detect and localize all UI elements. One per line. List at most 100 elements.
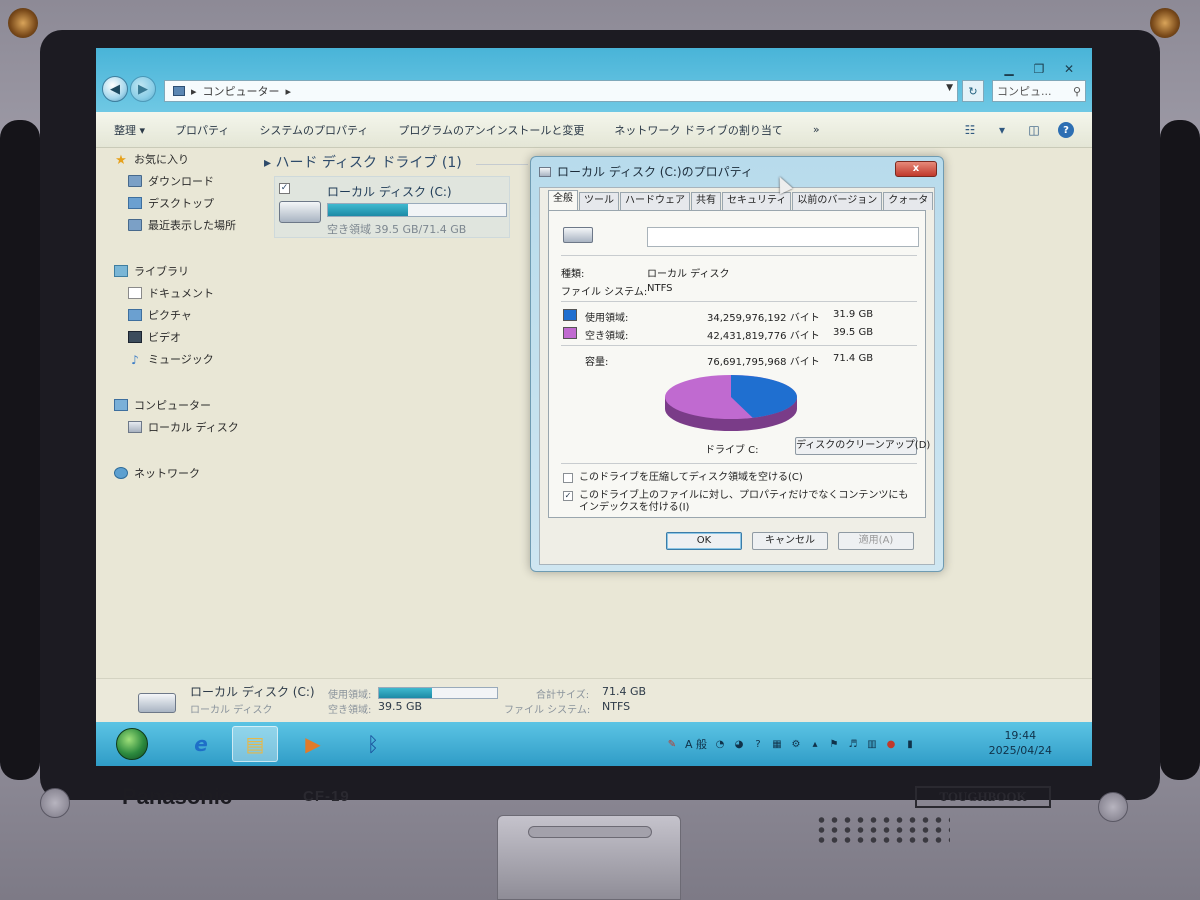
bluetooth-icon[interactable]: ᛒ — [350, 726, 396, 762]
disk-cleanup-button[interactable]: ディスクのクリーンアップ(D) — [795, 437, 930, 455]
drive-tile[interactable]: ✓ ローカル ディスク (C:) 空き領域 39.5 GB/71.4 GB — [274, 176, 510, 238]
chevron-down-icon[interactable]: ▾ — [994, 123, 1010, 137]
address-bar[interactable]: ▸ コンピューター ▸ ▼ — [164, 80, 958, 102]
window-titlebar: ▁ ❐ ✕ ◀ ▶ ▸ コンピューター ▸ ▼ ↻ コンピュ... ⚲ — [96, 48, 1092, 112]
details-pane: ローカル ディスク (C:) ローカル ディスク 使用領域: 空き領域: 39.… — [96, 678, 1092, 722]
disk-usage-pie — [659, 367, 803, 439]
minimize-icon[interactable]: ▁ — [994, 60, 1024, 78]
drive-letter-label: ドライブ C: — [705, 445, 759, 456]
refresh-icon[interactable]: ↻ — [962, 80, 984, 102]
search-input[interactable]: コンピュ... ⚲ — [992, 80, 1086, 102]
nav-item-desktop[interactable]: デスクトップ — [114, 192, 264, 214]
system-properties-button[interactable]: システムのプロパティ — [259, 122, 368, 138]
tab-security[interactable]: セキュリティ — [722, 192, 792, 210]
nav-item-documents[interactable]: ドキュメント — [114, 282, 264, 304]
nav-item-music[interactable]: ♪ ミュージック — [114, 348, 264, 370]
clock[interactable]: 19:44 2025/04/24 — [989, 728, 1052, 758]
divider — [561, 255, 917, 256]
explorer-taskbar-icon[interactable]: ▤ — [232, 726, 278, 762]
back-icon[interactable]: ◀ — [102, 76, 128, 102]
index-checkbox[interactable]: ✓ — [563, 491, 573, 501]
ok-button[interactable]: OK — [666, 532, 742, 550]
filesystem-value: NTFS — [647, 283, 673, 294]
screen: ▁ ❐ ✕ ◀ ▶ ▸ コンピューター ▸ ▼ ↻ コンピュ... ⚲ 整理 ▾… — [96, 48, 1092, 766]
used-space-label: 使用領域: — [585, 313, 629, 324]
details-total-value: 71.4 GB — [602, 685, 647, 698]
ime-settings-icon[interactable]: ⚙ — [790, 738, 802, 750]
tab-sharing[interactable]: 共有 — [691, 192, 721, 210]
tab-quota[interactable]: クォータ — [883, 192, 934, 210]
details-used-label: 使用領域: — [328, 690, 372, 701]
volume-icon[interactable]: ♬ — [847, 738, 859, 750]
map-network-drive-button[interactable]: ネットワーク ドライブの割り当て — [614, 122, 783, 138]
internet-explorer-icon[interactable]: e — [178, 726, 224, 762]
chevron-down-icon[interactable]: ▼ — [946, 83, 953, 93]
uninstall-program-button[interactable]: プログラムのアンインストールと変更 — [398, 122, 584, 138]
details-name: ローカル ディスク (C:) — [190, 685, 315, 699]
security-icon[interactable]: ● — [885, 738, 897, 750]
preview-pane-icon[interactable]: ◫ — [1026, 123, 1042, 137]
ime-options-icon[interactable]: ◔ — [714, 738, 726, 750]
tab-previous-versions[interactable]: 以前のバージョン — [792, 192, 883, 210]
network-icon[interactable]: ▥ — [866, 738, 878, 750]
video-icon — [128, 331, 142, 343]
screw-icon — [1150, 8, 1180, 38]
network-icon — [114, 467, 128, 479]
nav-item-downloads[interactable]: ダウンロード — [114, 170, 264, 192]
view-options-icon[interactable]: ☷ — [962, 123, 978, 137]
ime-icon[interactable]: ✎ — [666, 738, 678, 750]
bezel-button[interactable] — [40, 788, 70, 818]
breadcrumb-computer[interactable]: コンピューター — [203, 83, 280, 99]
close-icon[interactable]: x — [895, 161, 937, 177]
apply-button[interactable]: 適用(A) — [838, 532, 914, 550]
ime-mode[interactable]: A 般 — [685, 736, 707, 752]
nav-libraries[interactable]: ライブラリ — [114, 260, 264, 282]
drive-checkbox[interactable]: ✓ — [279, 183, 290, 194]
bezel-button[interactable] — [1098, 792, 1128, 822]
details-usage-bar — [378, 687, 498, 699]
ime-tools-icon[interactable]: ◕ — [733, 738, 745, 750]
maximize-icon[interactable]: ❐ — [1024, 60, 1054, 78]
volume-label-input[interactable] — [647, 227, 919, 247]
index-label: このドライブ上のファイルに対し、プロパティだけでなくコンテンツにもインデックスを… — [579, 490, 909, 513]
divider — [561, 463, 917, 464]
ime-status-icon[interactable]: ▦ — [771, 738, 783, 750]
nav-network[interactable]: ネットワーク — [114, 462, 264, 484]
organize-menu[interactable]: 整理 ▾ — [114, 122, 145, 138]
group-header[interactable]: ▸ ハード ディスク ドライブ (1) — [264, 152, 462, 172]
power-icon[interactable]: ▮ — [904, 738, 916, 750]
general-tab-panel: 種類: ローカル ディスク ファイル システム: NTFS 使用領域: 34,2… — [548, 210, 930, 518]
properties-button[interactable]: プロパティ — [175, 122, 229, 138]
star-icon: ★ — [115, 153, 127, 168]
nav-item-recent-places[interactable]: 最近表示した場所 — [114, 214, 264, 236]
music-icon: ♪ — [131, 353, 139, 367]
start-button[interactable] — [116, 728, 148, 760]
details-free-label: 空き領域: — [328, 705, 372, 716]
drive-usage-bar — [327, 203, 507, 217]
nav-item-local-disk[interactable]: ローカル ディスク — [114, 416, 264, 438]
cancel-button[interactable]: キャンセル — [752, 532, 828, 550]
action-center-icon[interactable]: ⚑ — [828, 738, 840, 750]
help-icon[interactable]: ? — [752, 738, 764, 750]
divider — [561, 345, 917, 346]
media-player-icon[interactable]: ▶ — [290, 726, 336, 762]
nav-computer[interactable]: コンピューター — [114, 394, 264, 416]
nav-item-videos[interactable]: ビデオ — [114, 326, 264, 348]
group-header-label: ハード ディスク ドライブ (1) — [275, 155, 462, 171]
recent-places-icon — [128, 219, 142, 231]
more-commands-button[interactable]: » — [813, 123, 820, 136]
compress-checkbox[interactable] — [563, 473, 573, 483]
tab-tools[interactable]: ツール — [579, 192, 619, 210]
clock-date: 2025/04/24 — [988, 744, 1052, 757]
properties-dialog: ローカル ディスク (C:)のプロパティ x 全般 ツール ハードウェア 共有 … — [530, 156, 944, 572]
nav-item-pictures[interactable]: ピクチャ — [114, 304, 264, 326]
tab-general[interactable]: 全般 — [548, 190, 578, 210]
tray-expand-icon[interactable]: ▴ — [809, 738, 821, 750]
dialog-body: 全般 ツール ハードウェア 共有 セキュリティ 以前のバージョン クォータ 種類… — [539, 187, 935, 565]
close-icon[interactable]: ✕ — [1054, 60, 1084, 78]
help-icon[interactable]: ? — [1058, 122, 1074, 138]
tab-hardware[interactable]: ハードウェア — [620, 192, 690, 210]
forward-icon[interactable]: ▶ — [130, 76, 156, 102]
nav-favorites[interactable]: ★ お気に入り — [114, 148, 264, 170]
hinge — [497, 815, 681, 900]
